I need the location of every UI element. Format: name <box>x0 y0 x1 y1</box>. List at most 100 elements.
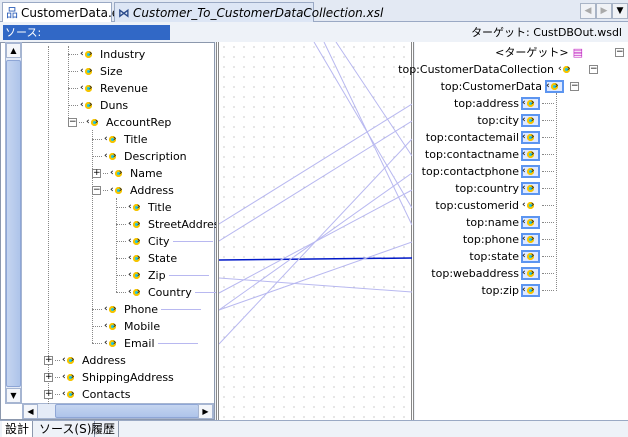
repeating-element-icon: ‹› <box>545 80 564 93</box>
source-node-address[interactable]: − ‹› Address <box>92 183 174 198</box>
element-icon: ‹› <box>110 185 128 195</box>
element-icon: ‹› <box>521 284 540 297</box>
node-label: State <box>148 252 178 265</box>
tab-customerdata-esb[interactable]: 品 CustomerData.esb <box>2 2 133 22</box>
node-label: Zip <box>148 269 166 282</box>
collapse-toggle[interactable]: − <box>615 48 624 57</box>
element-icon: ‹› <box>62 355 80 365</box>
expand-toggle[interactable]: + <box>92 169 101 178</box>
target-collection-node[interactable]: top:CustomerDataCollection ‹› <box>398 62 578 77</box>
node-label: top:address <box>454 97 519 110</box>
element-icon: ‹› <box>128 270 146 280</box>
source-node-industry[interactable]: ‹› Industry <box>68 47 145 62</box>
target-node-address[interactable]: top:address ‹› <box>454 96 556 111</box>
source-node-title[interactable]: ‹› Title <box>92 132 148 147</box>
collapse-toggle[interactable]: − <box>92 186 101 195</box>
target-root[interactable]: <ターゲット> ▤ <box>495 45 583 60</box>
source-node-size[interactable]: ‹› Size <box>68 64 123 79</box>
element-icon: ‹› <box>128 219 146 229</box>
source-node-zip[interactable]: ‹› Zip <box>116 268 209 283</box>
source-node-state[interactable]: ‹› State <box>116 251 180 266</box>
element-icon: ‹› <box>521 267 540 280</box>
source-node-address[interactable]: + ‹› Address <box>44 353 126 368</box>
target-record-node[interactable]: top:CustomerData ‹› <box>441 79 566 94</box>
target-node-contactphone[interactable]: top:contactphone ‹› <box>422 164 556 179</box>
target-node-name[interactable]: top:name ‹› <box>466 215 556 230</box>
scroll-left-button[interactable]: ◀ <box>23 404 38 419</box>
expand-toggle[interactable]: + <box>44 356 53 365</box>
node-label: Address <box>130 184 174 197</box>
node-label: Country <box>148 286 192 299</box>
vertical-scroll-thumb[interactable] <box>6 60 21 387</box>
target-node-customerid[interactable]: top:customerid ‹› <box>435 198 556 213</box>
horizontal-scroll-thumb[interactable] <box>55 404 199 418</box>
element-icon: ‹› <box>110 168 128 178</box>
expand-toggle[interactable]: + <box>44 373 53 382</box>
scroll-right-button[interactable]: ▶ <box>198 404 213 419</box>
node-label: top:city <box>477 114 519 127</box>
target-node-zip[interactable]: top:zip ‹› <box>481 283 556 298</box>
element-icon: ‹› <box>521 250 540 263</box>
source-node-shippingaddress[interactable]: + ‹› ShippingAddress <box>44 370 174 385</box>
scroll-tabs-left-button[interactable]: ◀ <box>580 3 596 19</box>
node-label: top:phone <box>462 233 519 246</box>
element-icon: ‹› <box>104 304 122 314</box>
target-node-webaddress[interactable]: top:webaddress ‹› <box>431 266 556 281</box>
scroll-tabs-right-button[interactable]: ▶ <box>596 3 612 19</box>
source-node-phone[interactable]: ‹› Phone <box>92 302 202 317</box>
source-node-accountrep[interactable]: − ‹› AccountRep <box>68 115 171 130</box>
source-node-mobile[interactable]: ‹› Mobile <box>92 319 160 334</box>
node-label: top:contactphone <box>421 165 519 178</box>
target-node-state[interactable]: top:state ‹› <box>469 249 556 264</box>
node-label: top:CustomerData <box>440 80 542 93</box>
target-node-contactname[interactable]: top:contactname ‹› <box>425 147 556 162</box>
element-icon: ‹› <box>80 83 98 93</box>
target-root-label: <ターゲット> <box>495 46 569 59</box>
source-node-duns[interactable]: ‹› Duns <box>68 98 128 113</box>
node-label: top:name <box>466 216 519 229</box>
node-label: top:customerid <box>435 199 519 212</box>
collapse-toggle[interactable]: − <box>589 65 598 74</box>
scroll-up-button[interactable]: ▲ <box>6 43 21 58</box>
node-label: top:zip <box>481 284 519 297</box>
mapping-lines <box>219 42 412 345</box>
scroll-down-button[interactable]: ▼ <box>6 388 21 403</box>
collapse-toggle[interactable]: − <box>68 118 77 127</box>
tab-xsl-map[interactable]: ⋈ Customer_To_CustomerDataCollection.xsl <box>114 2 383 22</box>
source-node-title[interactable]: ‹› Title <box>116 200 172 215</box>
tab-label: Customer_To_CustomerDataCollection.xsl <box>133 5 384 20</box>
target-schema-label[interactable]: ターゲット: CustDBOut.wsdl <box>471 25 622 40</box>
collapse-toggle[interactable]: − <box>570 82 579 91</box>
element-icon: ‹› <box>521 131 540 144</box>
source-node-revenue[interactable]: ‹› Revenue <box>68 81 148 96</box>
expand-toggle[interactable]: + <box>44 390 53 399</box>
element-icon: ‹› <box>128 253 146 263</box>
source-node-description[interactable]: ‹› Description <box>92 149 187 164</box>
node-label: ShippingAddress <box>82 371 174 384</box>
source-node-city[interactable]: ‹› City <box>116 234 213 249</box>
tab-history[interactable]: 履歴 <box>88 421 120 437</box>
element-icon: ‹› <box>522 200 540 210</box>
element-icon: ‹› <box>80 66 98 76</box>
tab-list-dropdown-button[interactable]: ▼ <box>612 3 628 19</box>
target-node-city[interactable]: top:city ‹› <box>477 113 556 128</box>
element-icon: ‹› <box>521 97 540 110</box>
source-schema-label[interactable]: ソース: CustomerData_CustOut_RS.wsdl <box>3 25 183 54</box>
element-icon: ‹› <box>128 287 146 297</box>
tab-design[interactable]: 設計 <box>2 421 34 437</box>
node-label: top:contactname <box>424 148 519 161</box>
element-icon: ‹› <box>104 338 122 348</box>
target-node-phone[interactable]: top:phone ‹› <box>463 232 556 247</box>
node-label: Contacts <box>82 388 131 401</box>
node-label: top:country <box>455 182 519 195</box>
node-label: Revenue <box>100 82 148 95</box>
target-node-contactemail[interactable]: top:contactemail ‹› <box>426 130 556 145</box>
source-node-name[interactable]: + ‹› Name <box>92 166 162 181</box>
node-label: Address <box>82 354 126 367</box>
target-node-country[interactable]: top:country ‹› <box>455 181 556 196</box>
source-node-contacts[interactable]: + ‹› Contacts <box>44 387 131 402</box>
element-icon: ‹› <box>521 216 540 229</box>
source-node-email[interactable]: ‹› Email <box>92 336 198 351</box>
element-icon: ‹› <box>521 182 540 195</box>
tab-source[interactable]: ソース(S) <box>36 421 96 437</box>
